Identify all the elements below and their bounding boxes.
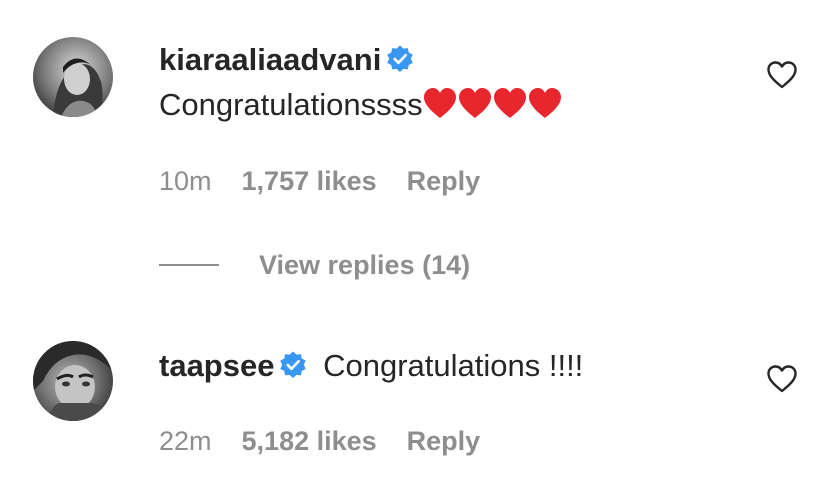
username-link[interactable]: taapsee [159,348,274,383]
heart-outline-icon[interactable] [766,363,798,395]
avatar-kiaraaliaadvani[interactable] [33,37,113,117]
comment-text: Congratulations !!!! [323,348,584,383]
avatar-taapsee[interactable] [33,341,113,421]
likes-count[interactable]: 5,182 likes [242,424,377,458]
comment-text: Congratulationssss [159,87,423,122]
view-replies-button[interactable]: View replies (14) [159,247,470,283]
heart-outline-icon[interactable] [766,59,798,91]
view-replies-label: View replies (14) [259,249,471,280]
comment-header-2: taapsee Congratulations !!!! [159,346,583,386]
verified-badge-icon [387,45,414,73]
username-link[interactable]: kiaraaliaadvani [159,42,381,77]
comment-meta-2: 22m 5,182 likes Reply [159,424,480,458]
red-heart-emoji [493,88,526,118]
comment-body-1: Congratulationssss [159,85,563,125]
reply-button[interactable]: Reply [407,424,481,458]
red-heart-emoji-group [423,88,561,118]
reply-button[interactable]: Reply [407,164,481,198]
verified-badge-icon [280,351,307,379]
red-heart-emoji [458,88,491,118]
comment-meta-1: 10m 1,757 likes Reply [159,164,480,198]
red-heart-emoji [423,88,456,118]
comment-timestamp: 10m [159,166,212,196]
likes-count[interactable]: 1,757 likes [242,164,377,198]
comment-timestamp: 22m [159,426,212,456]
replies-divider [159,264,219,266]
red-heart-emoji [528,88,561,118]
comment-header-1: kiaraaliaadvani [159,40,415,80]
